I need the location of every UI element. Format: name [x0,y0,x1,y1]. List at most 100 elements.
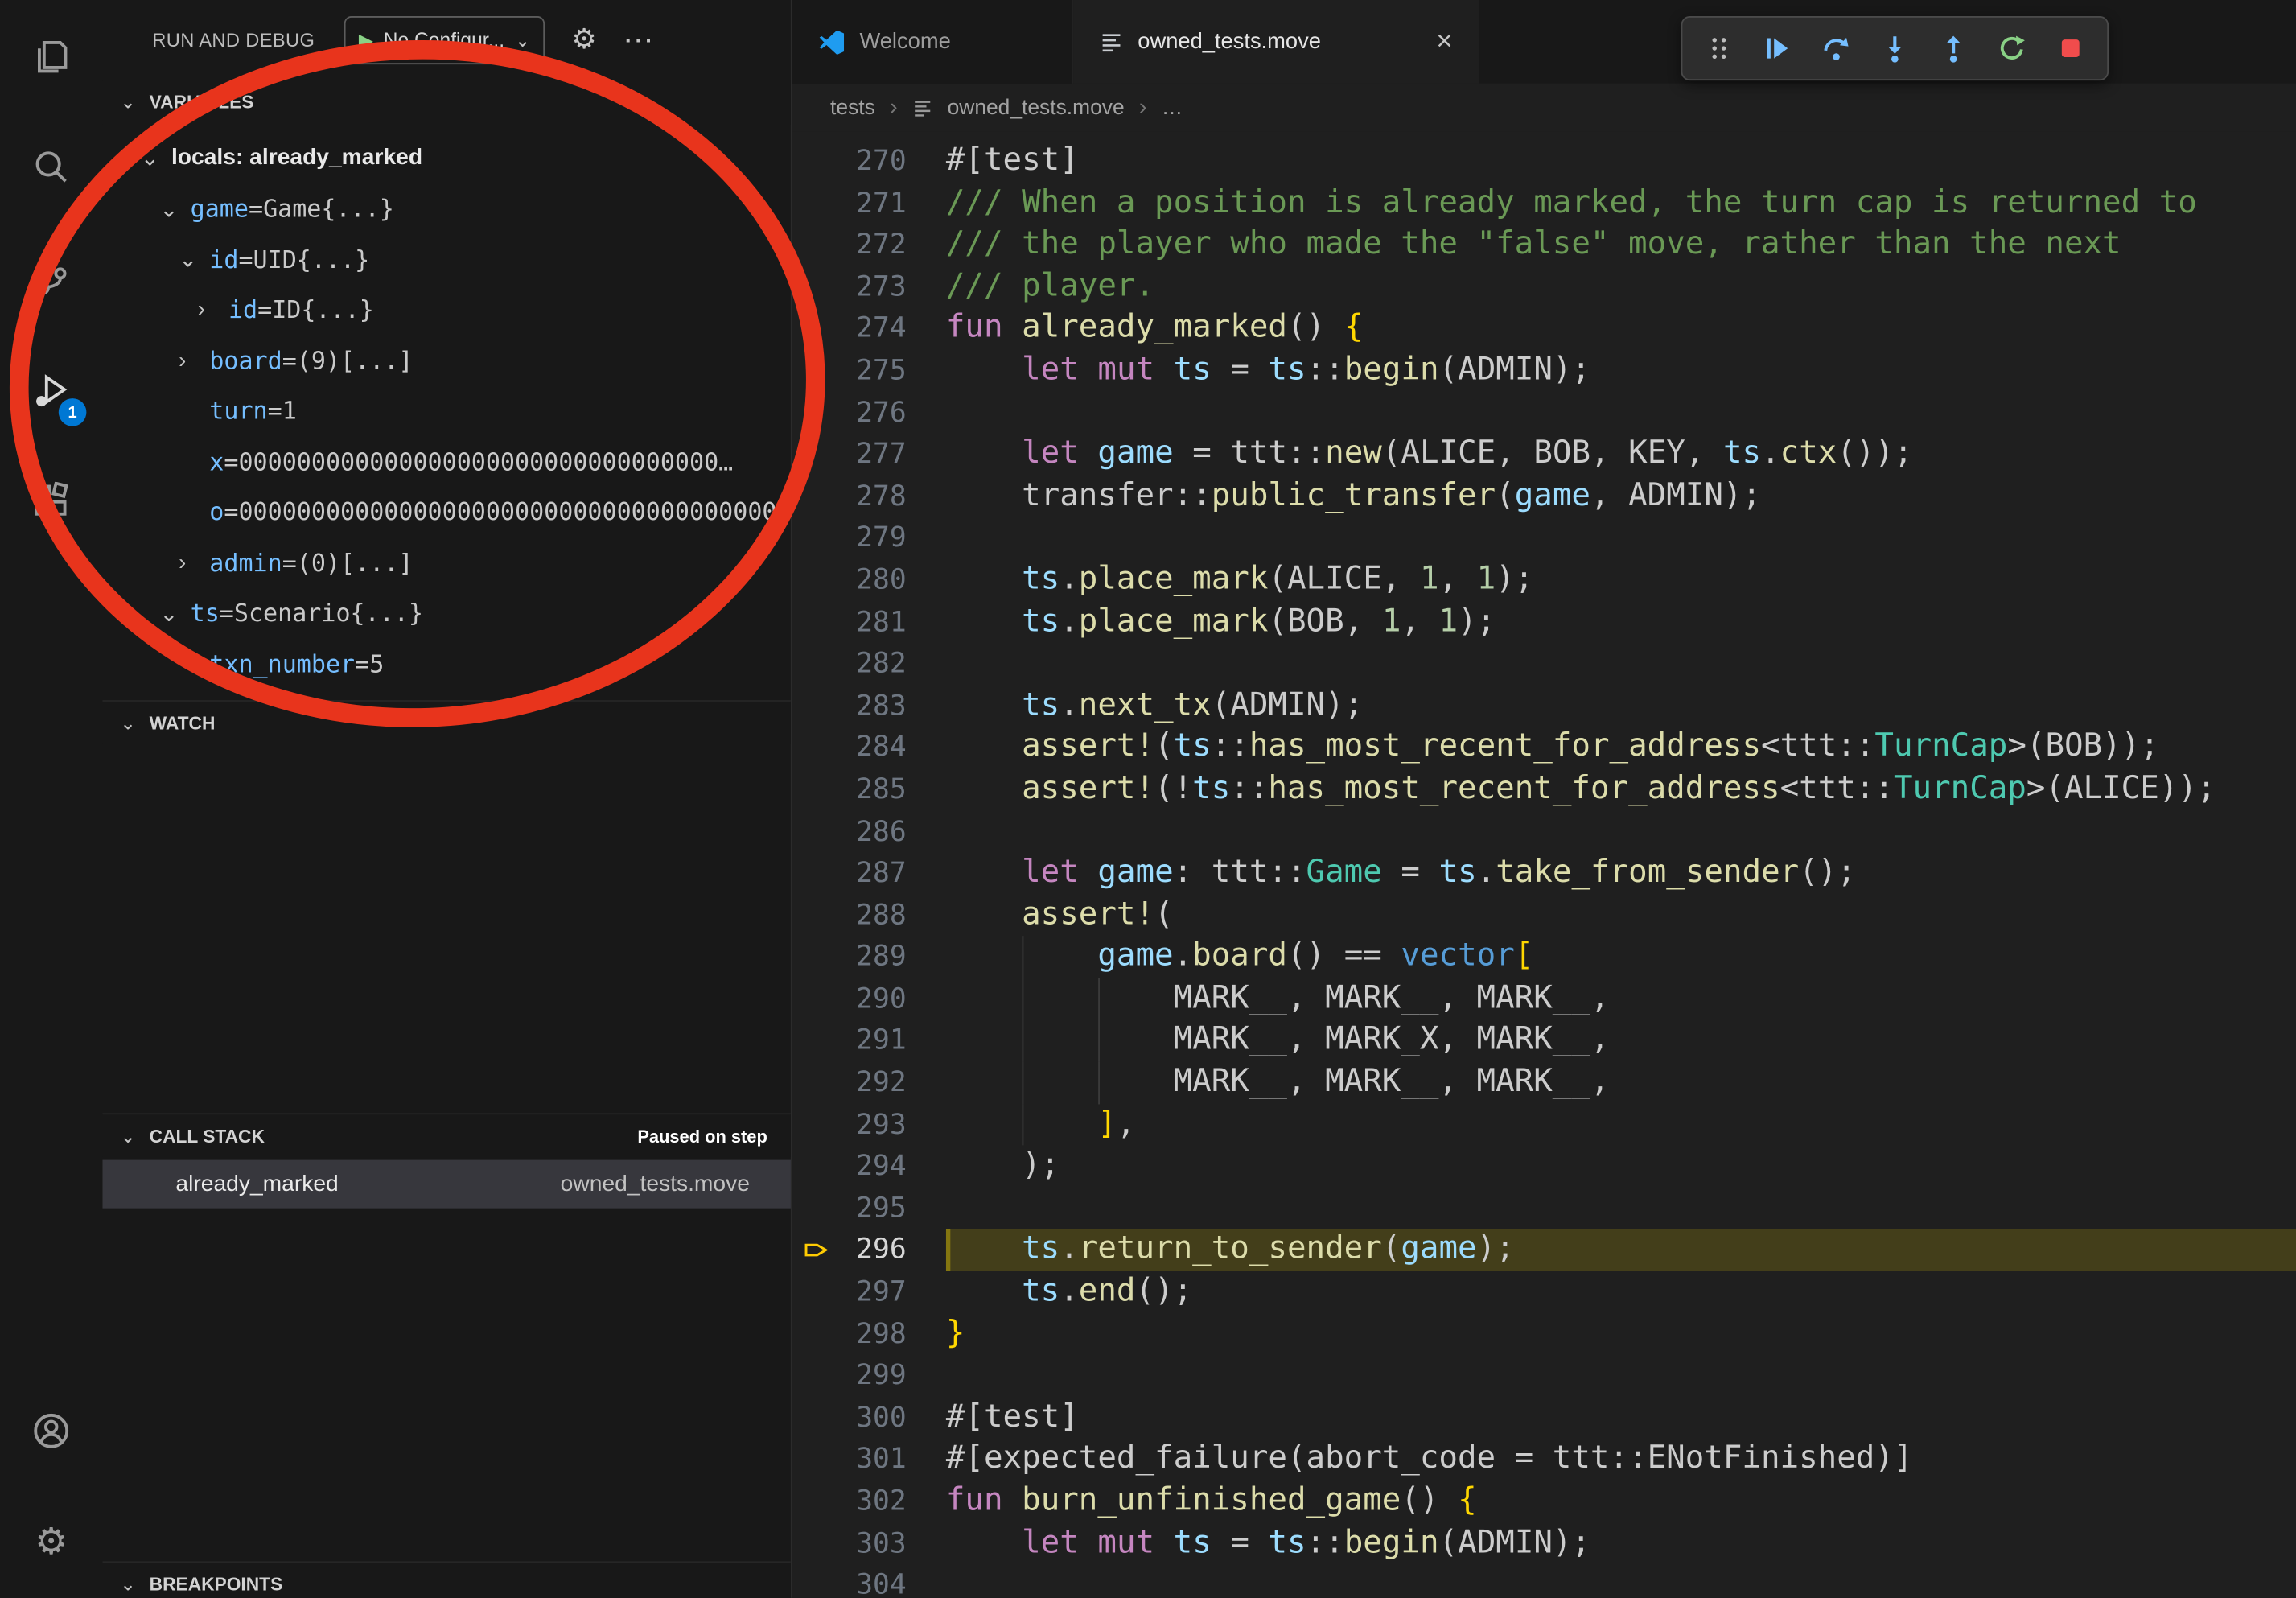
code-text[interactable]: MARK__, MARK_X, MARK__, [946,1020,2296,1062]
code-line-270[interactable]: 270#[test] [792,141,2296,183]
code-text[interactable] [946,643,2296,685]
line-number-271[interactable]: 271 [792,183,946,224]
line-number-270[interactable]: 270 [792,141,946,183]
code-text[interactable] [946,1188,2296,1229]
code-line-299[interactable]: 299 [792,1355,2296,1397]
run-and-debug-icon[interactable]: 1 [0,334,102,445]
start-debugging-icon[interactable]: ▶ [359,28,373,51]
code-line-280[interactable]: 280 ts.place_mark(ALICE, 1, 1); [792,559,2296,601]
chevron-right-icon[interactable]: › [179,550,209,575]
code-line-294[interactable]: 294 ); [792,1146,2296,1188]
stop-icon[interactable] [2046,23,2096,73]
line-number-279[interactable]: 279 [792,517,946,559]
line-number-289[interactable]: 289 [792,937,946,978]
line-number-277[interactable]: 277 [792,434,946,476]
code-text[interactable]: /// When a position is already marked, t… [946,183,2296,224]
code-text[interactable]: fun already_marked() { [946,308,2296,350]
code-text[interactable] [946,517,2296,559]
code-line-279[interactable]: 279 [792,517,2296,559]
code-line-292[interactable]: 292 MARK__, MARK__, MARK__, [792,1062,2296,1104]
code-line-301[interactable]: 301#[expected_failure(abort_code = ttt::… [792,1439,2296,1481]
step-out-icon[interactable] [1928,23,1978,73]
line-number-296[interactable]: 296 [792,1229,946,1271]
variable-row[interactable]: o = 000000000000000000000000000000000000… [102,487,790,537]
stack-frame-row[interactable]: already_marked owned_tests.move [102,1160,790,1209]
line-number-297[interactable]: 297 [792,1271,946,1313]
line-number-287[interactable]: 287 [792,853,946,895]
line-number-301[interactable]: 301 [792,1439,946,1481]
line-number-293[interactable]: 293 [792,1104,946,1146]
code-line-303[interactable]: 303 let mut ts = ts::begin(ADMIN); [792,1522,2296,1564]
explorer-icon[interactable] [0,0,102,111]
code-text[interactable]: fun burn_unfinished_game() { [946,1481,2296,1522]
restart-icon[interactable] [1987,23,2037,73]
code-line-288[interactable]: 288 assert!( [792,895,2296,937]
breadcrumb-item-tests[interactable]: tests [830,96,875,119]
code-text[interactable]: transfer::public_transfer(game, ADMIN); [946,476,2296,517]
code-line-302[interactable]: 302fun burn_unfinished_game() { [792,1481,2296,1522]
code-text[interactable]: ], [946,1104,2296,1146]
code-text[interactable]: #[test] [946,141,2296,183]
line-number-274[interactable]: 274 [792,308,946,350]
code-line-275[interactable]: 275 let mut ts = ts::begin(ADMIN); [792,350,2296,392]
code-line-276[interactable]: 276 [792,392,2296,434]
debug-settings-gear-icon[interactable]: ⚙ [572,23,597,57]
line-number-285[interactable]: 285 [792,768,946,810]
code-text[interactable]: let game: ttt::Game = ts.take_from_sende… [946,853,2296,895]
step-into-icon[interactable] [1870,23,1920,73]
line-number-283[interactable]: 283 [792,685,946,727]
code-text[interactable]: MARK__, MARK__, MARK__, [946,978,2296,1020]
line-number-286[interactable]: 286 [792,810,946,852]
variables-section-header[interactable]: ⌄ VARIABLES [102,80,790,125]
line-number-304[interactable]: 304 [792,1564,946,1598]
account-icon[interactable] [0,1375,102,1486]
line-number-298[interactable]: 298 [792,1313,946,1355]
code-line-281[interactable]: 281 ts.place_mark(BOB, 1, 1); [792,601,2296,643]
code-text[interactable]: MARK__, MARK__, MARK__, [946,1062,2296,1104]
variable-row[interactable]: ›id = ID{...} [102,285,790,336]
variable-row[interactable]: ›admin = (0)[...] [102,537,790,588]
line-number-295[interactable]: 295 [792,1188,946,1229]
continue-icon[interactable] [1753,23,1803,73]
more-actions-icon[interactable]: ⋯ [623,22,655,59]
breakpoints-section-header[interactable]: ⌄ BREAKPOINTS [102,1561,790,1598]
settings-gear-icon[interactable]: ⚙ [0,1487,102,1598]
code-text[interactable]: ts.next_tx(ADMIN); [946,685,2296,727]
code-line-295[interactable]: 295 [792,1188,2296,1229]
line-number-290[interactable]: 290 [792,978,946,1020]
line-number-303[interactable]: 303 [792,1522,946,1564]
code-line-273[interactable]: 273/// player. [792,266,2296,308]
line-number-276[interactable]: 276 [792,392,946,434]
code-line-286[interactable]: 286 [792,810,2296,852]
code-line-291[interactable]: 291 MARK__, MARK_X, MARK__, [792,1020,2296,1062]
code-text[interactable]: assert!( [946,895,2296,937]
code-text[interactable]: ts.place_mark(BOB, 1, 1); [946,601,2296,643]
step-over-icon[interactable] [1812,23,1862,73]
chevron-down-icon[interactable]: ⌄ [159,600,190,627]
code-line-277[interactable]: 277 let game = ttt::new(ALICE, BOB, KEY,… [792,434,2296,476]
call-stack-section-header[interactable]: ⌄ CALL STACK Paused on step [102,1113,790,1157]
variable-scope-row[interactable]: ⌄locals: already_marked [102,134,790,184]
code-text[interactable]: ); [946,1146,2296,1188]
code-text[interactable]: let mut ts = ts::begin(ADMIN); [946,350,2296,392]
breadcrumb-item-symbol[interactable]: … [1162,96,1183,119]
chevron-down-icon[interactable]: ⌄ [179,246,209,273]
variable-row[interactable]: ⌄ts = Scenario{...} [102,588,790,639]
chevron-right-icon[interactable]: › [198,298,228,323]
variable-row[interactable]: ⌄id = UID{...} [102,234,790,285]
line-number-281[interactable]: 281 [792,601,946,643]
variable-row[interactable]: x = 000000000000000000000000000000000… [102,436,790,487]
code-line-282[interactable]: 282 [792,643,2296,685]
code-line-271[interactable]: 271/// When a position is already marked… [792,183,2296,224]
variable-row[interactable]: turn = 1 [102,386,790,437]
code-line-272[interactable]: 272/// the player who made the "false" m… [792,224,2296,266]
code-text[interactable]: } [946,1313,2296,1355]
code-text[interactable] [946,392,2296,434]
line-number-294[interactable]: 294 [792,1146,946,1188]
code-line-293[interactable]: 293 ], [792,1104,2296,1146]
tab-owned-tests-move[interactable]: owned_tests.move × [1073,0,1479,84]
code-line-300[interactable]: 300#[test] [792,1397,2296,1439]
code-text[interactable]: let game = ttt::new(ALICE, BOB, KEY, ts.… [946,434,2296,476]
code-line-297[interactable]: 297 ts.end(); [792,1271,2296,1313]
variable-row[interactable]: ›board = (9)[...] [102,336,790,386]
